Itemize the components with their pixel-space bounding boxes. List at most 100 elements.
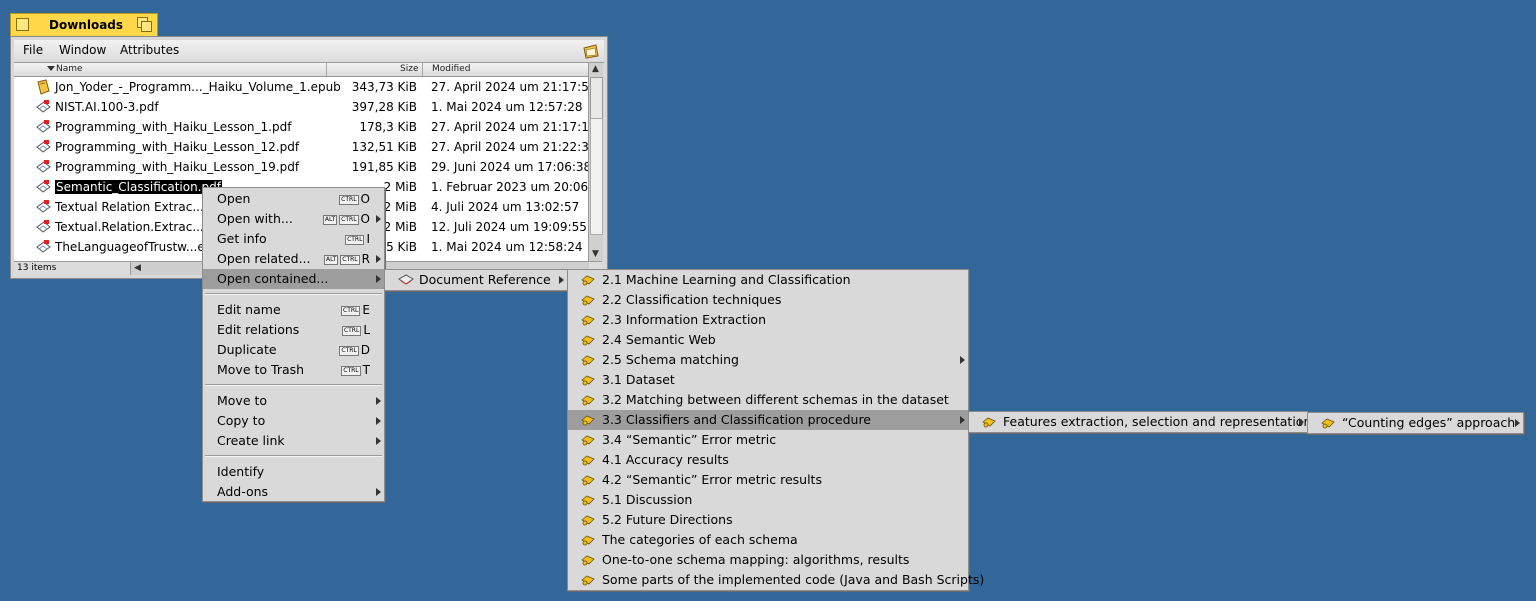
sort-arrow-icon: [47, 66, 55, 71]
menu-file[interactable]: File: [23, 43, 43, 57]
menu-item-get-info[interactable]: Get info CTRL I: [203, 229, 384, 249]
table-row[interactable]: Programming_with_Haiku_Lesson_1.pdf 178,3…: [14, 117, 597, 137]
menu-attributes[interactable]: Attributes: [120, 43, 179, 57]
bookmark-icon: [581, 554, 595, 566]
menu-item-2-2-classification-techniques[interactable]: 2.2 Classification techniques: [568, 290, 968, 310]
window-tab[interactable]: Downloads: [10, 13, 158, 36]
menu-item-identify[interactable]: Identify: [203, 462, 384, 482]
menu-item-label: Create link: [217, 433, 285, 448]
file-size: 178,3 KiB: [359, 120, 417, 134]
menu-item-open-related[interactable]: Open related... ALT CTRL R: [203, 249, 384, 269]
menu-item-open-with[interactable]: Open with... ALT CTRL O: [203, 209, 384, 229]
file-name: Programming_with_Haiku_Lesson_19.pdf: [55, 160, 300, 174]
window-title: Downloads: [49, 18, 124, 32]
pdf-icon: [35, 239, 51, 255]
menu-item-2-1-machine-learning-and-classification[interactable]: 2.1 Machine Learning and Classification: [568, 270, 968, 290]
menu-item-label: Move to Trash: [217, 362, 305, 377]
file-size: 191,85 KiB: [351, 160, 417, 174]
file-name: Programming_with_Haiku_Lesson_12.pdf: [55, 140, 300, 154]
epub-icon: [35, 79, 51, 95]
menu-item-label: 4.2 “Semantic” Error metric results: [602, 472, 822, 487]
menu-item-label: 2.4 Semantic Web: [602, 332, 716, 347]
column-name[interactable]: Name: [56, 64, 83, 74]
menu-item-copy-to[interactable]: Copy to: [203, 411, 384, 431]
menu-item-label: Copy to: [217, 413, 266, 428]
file-modified: 27. April 2024 um 21:17:57: [431, 80, 597, 94]
menu-item-5-2-future-directions[interactable]: 5.2 Future Directions: [568, 510, 968, 530]
scroll-down-icon[interactable]: ▼: [592, 249, 599, 259]
menu-item-3-1-dataset[interactable]: 3.1 Dataset: [568, 370, 968, 390]
menu-item-2-5-schema-matching[interactable]: 2.5 Schema matching: [568, 350, 968, 370]
menu-item-2-3-information-extraction[interactable]: 2.3 Information Extraction: [568, 310, 968, 330]
menu-item-document-reference[interactable]: Document Reference: [385, 270, 567, 290]
folder-icon[interactable]: [582, 43, 600, 59]
bookmark-icon: [581, 514, 595, 526]
file-modified: 4. Juli 2024 um 13:02:57: [431, 200, 580, 214]
bookmark-icon: [982, 416, 996, 428]
submenu-arrow-icon: [559, 276, 564, 284]
menu-item-counting-edges-approach[interactable]: “Counting edges” approach: [1308, 413, 1523, 433]
zoom-box-icon[interactable]: [137, 17, 152, 32]
table-row[interactable]: Jon_Yoder_-_Programm..._Haiku_Volume_1.e…: [14, 77, 597, 97]
menu-item-edit-relations[interactable]: Edit relations CTRL L: [203, 320, 384, 340]
bookmark-icon: [1321, 417, 1335, 429]
menu-item-3-4-semantic-error-metric[interactable]: 3.4 “Semantic” Error metric: [568, 430, 968, 450]
scroll-thumb[interactable]: [590, 77, 603, 119]
menu-item-move-to-trash[interactable]: Move to Trash CTRL T: [203, 360, 384, 380]
menu-item-3-2-matching-between-different-schemas-i[interactable]: 3.2 Matching between different schemas i…: [568, 390, 968, 410]
file-name: Programming_with_Haiku_Lesson_1.pdf: [55, 120, 292, 134]
menu-item-label: 3.1 Dataset: [602, 372, 675, 387]
menu-item-4-1-accuracy-results[interactable]: 4.1 Accuracy results: [568, 450, 968, 470]
column-size[interactable]: Size: [400, 64, 418, 74]
scroll-left-icon[interactable]: ◀: [134, 263, 141, 273]
table-row[interactable]: NIST.AI.100-3.pdf 397,28 KiB 1. Mai 2024 u…: [14, 97, 588, 117]
table-row[interactable]: Programming_with_Haiku_Lesson_12.pdf 132,…: [14, 137, 597, 157]
menu-item-features-extraction-selection-and-repres[interactable]: Features extraction, selection and repre…: [969, 412, 1311, 432]
pdf-icon: [35, 199, 51, 215]
submenu-arrow-icon: [376, 255, 381, 263]
modifier-key: CTRL: [341, 366, 361, 376]
menu-item-3-3-classifiers-and-classification-proce[interactable]: 3.3 Classifiers and Classification proce…: [568, 410, 968, 430]
scroll-track[interactable]: [590, 118, 603, 235]
menu-item-one-to-one-schema-mapping-algorithms-res[interactable]: One-to-one schema mapping: algorithms, r…: [568, 550, 968, 570]
menu-item-label: Get info: [217, 231, 267, 246]
menu-item-create-link[interactable]: Create link: [203, 431, 384, 451]
menu-item-move-to[interactable]: Move to: [203, 391, 384, 411]
menu-window[interactable]: Window: [59, 43, 106, 57]
context-menu: Open CTRL O Open with... ALT CTRL O Get info CTR…: [202, 187, 385, 502]
menu-item-edit-name[interactable]: Edit name CTRL E: [203, 300, 384, 320]
menu-item-the-categories-of-each-schema[interactable]: The categories of each schema: [568, 530, 968, 550]
menu-item-duplicate[interactable]: Duplicate CTRL D: [203, 340, 384, 360]
shortcut-key: E: [362, 303, 370, 317]
file-modified: 27. April 2024 um 21:17:11: [431, 120, 597, 134]
submenu-arrow-icon: [376, 215, 381, 223]
menu-item-5-1-discussion[interactable]: 5.1 Discussion: [568, 490, 968, 510]
menu-item-label: 5.1 Discussion: [602, 492, 693, 507]
menu-item-2-4-semantic-web[interactable]: 2.4 Semantic Web: [568, 330, 968, 350]
menu-item-label: 3.2 Matching between different schemas i…: [602, 392, 949, 407]
menu-item-some-parts-of-the-implemented-code-java-[interactable]: Some parts of the implemented code (Java…: [568, 570, 984, 590]
submenu-arrow-icon: [376, 437, 381, 445]
menu-item-open-contained[interactable]: Open contained...: [203, 269, 384, 289]
window-menubar: File Window Attributes: [14, 40, 604, 63]
menu-separator: [205, 384, 382, 386]
column-modified[interactable]: Modified: [432, 64, 470, 74]
submenu-arrow-icon: [960, 356, 965, 364]
menu-separator: [205, 455, 382, 457]
modifier-key: CTRL: [341, 326, 362, 336]
menu-item-label: 3.3 Classifiers and Classification proce…: [602, 412, 871, 427]
table-row[interactable]: Programming_with_Haiku_Lesson_19.pdf 191,…: [14, 157, 591, 177]
menu-item-4-2-semantic-error-metric-results[interactable]: 4.2 “Semantic” Error metric results: [568, 470, 968, 490]
file-name: Textual Relation Extrac...ap: [55, 200, 219, 214]
menu-item-add-ons[interactable]: Add-ons: [203, 482, 384, 502]
shortcut: CTRL D: [339, 343, 370, 357]
bookmark-icon: [581, 334, 595, 346]
menu-item-label: Document Reference: [419, 272, 551, 287]
bookmark-icon: [581, 434, 595, 446]
scroll-up-icon[interactable]: ▲: [592, 64, 599, 74]
menu-item-open[interactable]: Open CTRL O: [203, 189, 384, 209]
file-modified: 12. Juli 2024 um 19:09:55: [431, 220, 587, 234]
bookmark-icon: [581, 294, 595, 306]
close-box-icon[interactable]: [16, 18, 29, 31]
vertical-scrollbar[interactable]: ▲ ▼: [588, 63, 603, 261]
